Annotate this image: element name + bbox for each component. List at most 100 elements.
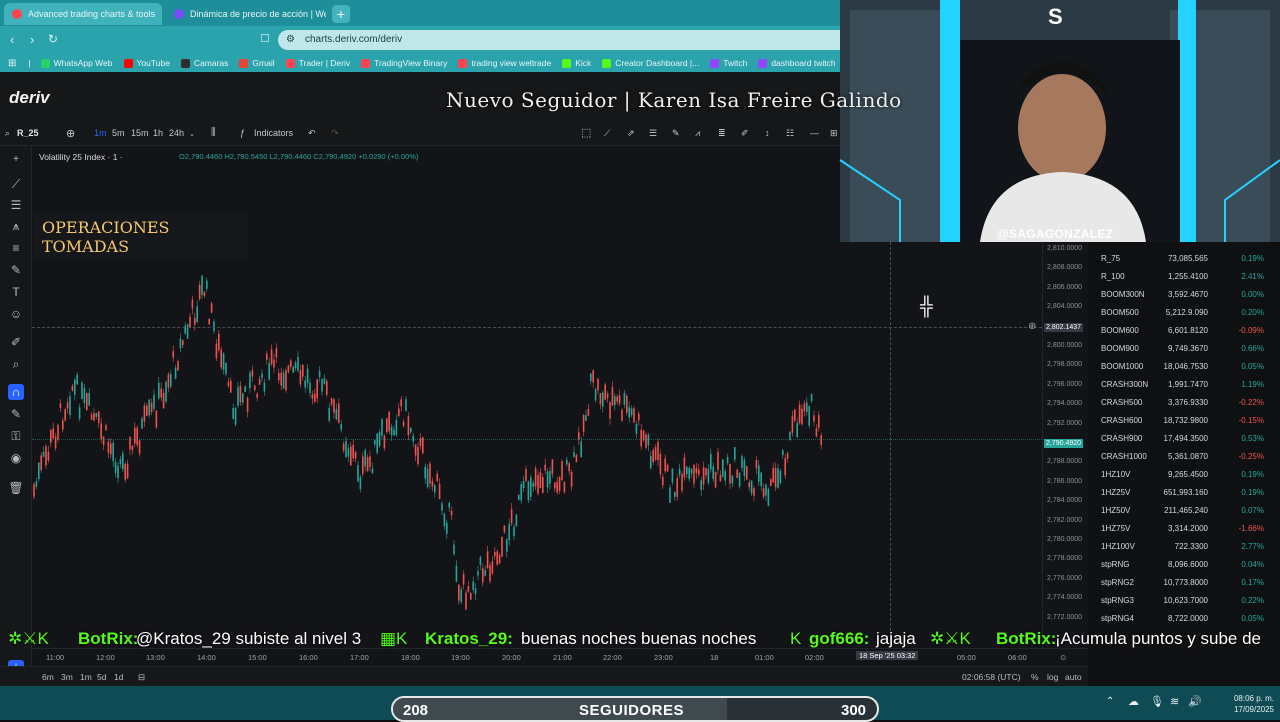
- bookmark-item[interactable]: Twitch: [710, 58, 747, 68]
- bookmark-item[interactable]: dashboard twitch: [758, 58, 836, 68]
- bookmark-item[interactable]: Trader | Deriv: [285, 58, 350, 68]
- system-clock[interactable]: 08:06 p. m. 17/09/2025: [1212, 693, 1274, 715]
- wifi-icon[interactable]: ≋: [1170, 695, 1179, 708]
- timeframe-1h[interactable]: 1h: [153, 128, 163, 138]
- pen-tool-icon[interactable]: ✎: [672, 128, 680, 139]
- indicators-icon[interactable]: ƒ: [240, 128, 245, 138]
- layout-icon[interactable]: ⊞: [830, 128, 838, 139]
- watchlist-row[interactable]: 1HZ75V 3,314.2000 -1.66%: [1088, 520, 1280, 538]
- lock-icon[interactable]: ⚿: [8, 428, 24, 444]
- range-5d[interactable]: 5d: [97, 672, 106, 682]
- bookmark-item[interactable]: YouTube: [123, 58, 170, 68]
- site-info-icon[interactable]: ⚙: [286, 30, 295, 50]
- watchlist-row[interactable]: CRASH1000 5,361.0870 -0.25%: [1088, 448, 1280, 466]
- watchlist-row[interactable]: stpRNG2 10,773.8000 0.17%: [1088, 574, 1280, 592]
- range-1m[interactable]: 1m: [80, 672, 92, 682]
- address-bar[interactable]: ⚙ charts.deriv.com/deriv: [278, 30, 840, 50]
- watchlist-row[interactable]: 1HZ50V 211,465.240 0.07%: [1088, 502, 1280, 520]
- watchlist-row[interactable]: stpRNG3 10,623.7000 0.22%: [1088, 592, 1280, 610]
- cloud-icon[interactable]: ☁: [1128, 695, 1139, 708]
- tray-chevron-icon[interactable]: ⌃: [1106, 696, 1114, 707]
- settings-tool-icon[interactable]: ☷: [786, 128, 794, 139]
- symbol-search[interactable]: R_25: [17, 128, 39, 138]
- trendline-icon[interactable]: ⟋: [8, 176, 24, 192]
- range-6m[interactable]: 6m: [42, 672, 54, 682]
- parallel-channel-icon[interactable]: ☰: [8, 197, 24, 213]
- apps-grid-icon[interactable]: ⊞: [8, 58, 16, 69]
- bookmark-item[interactable]: WhatsApp Web: [40, 58, 113, 68]
- brush-icon[interactable]: ✎: [8, 262, 24, 278]
- undo-icon[interactable]: ↶: [308, 128, 316, 139]
- watchlist-row[interactable]: R_75 73,085.565 0.19%: [1088, 250, 1280, 268]
- watchlist-row[interactable]: CRASH500 3,376.9330 -0.22%: [1088, 394, 1280, 412]
- select-tool-icon[interactable]: ⬚: [581, 126, 591, 139]
- zoom-icon[interactable]: ⌕: [8, 356, 24, 372]
- auto-scale-toggle[interactable]: auto: [1065, 672, 1082, 682]
- watchlist-row[interactable]: stpRNG 8,096.6000 0.04%: [1088, 556, 1280, 574]
- eye-icon[interactable]: ◉: [8, 450, 24, 466]
- watchlist-row[interactable]: CRASH900 17,494.3500 0.53%: [1088, 430, 1280, 448]
- utc-clock[interactable]: 02:06:58 (UTC): [962, 672, 1021, 682]
- forward-icon[interactable]: ›: [30, 32, 34, 47]
- percent-scale-toggle[interactable]: %: [1031, 672, 1039, 682]
- horizontal-line-icon[interactable]: —: [810, 128, 819, 138]
- add-symbol-icon[interactable]: ⊕: [66, 127, 75, 140]
- go-to-date-icon[interactable]: ⊟: [138, 672, 145, 683]
- mic-icon[interactable]: 🎙: [1150, 695, 1164, 708]
- measure-tool-icon[interactable]: ↕: [765, 128, 770, 138]
- reload-icon[interactable]: ↻: [48, 32, 58, 46]
- bookmark-icon[interactable]: ☐: [260, 32, 270, 45]
- fib-tool-icon[interactable]: ≣: [718, 128, 726, 139]
- watchlist-row[interactable]: 1HZ10V 9,265.4500 0.19%: [1088, 466, 1280, 484]
- pattern-tool-icon[interactable]: ⩘: [695, 128, 700, 139]
- line-tool-icon[interactable]: ⟋: [604, 128, 610, 139]
- magnet-icon[interactable]: ∩: [8, 384, 24, 400]
- bookmark-item[interactable]: Creator Dashboard |...: [602, 58, 699, 68]
- timeframe-5m[interactable]: 5m: [112, 128, 125, 138]
- add-alert-icon[interactable]: ⊕: [1028, 321, 1036, 332]
- pencil-lock-icon[interactable]: ✎: [8, 406, 24, 422]
- pitchfork-icon[interactable]: ⩚: [8, 218, 24, 234]
- timeframe-24h[interactable]: 24h: [169, 128, 184, 138]
- browser-tab-dinamica[interactable]: Dinámica de precio de acción | We... ✕: [166, 3, 326, 25]
- bookmark-item[interactable]: Camaras: [180, 58, 228, 68]
- watchlist-row[interactable]: BOOM1000 18,046.7530 0.05%: [1088, 358, 1280, 376]
- ruler-icon[interactable]: ✐: [8, 334, 24, 350]
- log-scale-toggle[interactable]: log: [1047, 672, 1058, 682]
- bookmark-item[interactable]: Kick: [562, 58, 591, 68]
- crosshair-icon[interactable]: +: [8, 152, 24, 168]
- watchlist-row[interactable]: R_100 1,255.4100 2.41%: [1088, 268, 1280, 286]
- brush-tool-icon[interactable]: ✐: [741, 128, 749, 139]
- watchlist-row[interactable]: BOOM500 5,212.9.090 0.20%: [1088, 304, 1280, 322]
- candle-type-icon[interactable]: ⫼: [211, 127, 216, 138]
- watchlist-row[interactable]: BOOM300N 3,592.4670 0.00%: [1088, 286, 1280, 304]
- watchlist-row[interactable]: BOOM600 6,601.8120 -0.09%: [1088, 322, 1280, 340]
- fib-retracement-icon[interactable]: ≡: [8, 240, 24, 256]
- watchlist-row[interactable]: 1HZ100V 722.3300 2.77%: [1088, 538, 1280, 556]
- scroll-to-now-icon[interactable]: ⊙: [1060, 653, 1066, 662]
- browser-tab-deriv[interactable]: Advanced trading charts & tools ✕: [4, 3, 162, 25]
- emoji-icon[interactable]: ☺: [8, 306, 24, 322]
- watchlist-row[interactable]: CRASH600 18,732.9800 -0.15%: [1088, 412, 1280, 430]
- bookmark-item[interactable]: trading view weltrade: [458, 58, 551, 68]
- range-1d[interactable]: 1d: [114, 672, 123, 682]
- range-3m[interactable]: 3m: [61, 672, 73, 682]
- text-tool-icon[interactable]: T: [8, 284, 24, 300]
- close-tab-icon[interactable]: ✕: [155, 9, 162, 20]
- bookmark-item[interactable]: TradingView Binary: [361, 58, 447, 68]
- ray-tool-icon[interactable]: ⇗: [627, 128, 635, 139]
- redo-icon[interactable]: ↷: [331, 128, 339, 139]
- indicators-button[interactable]: Indicators: [254, 128, 293, 138]
- back-icon[interactable]: ‹: [10, 32, 14, 47]
- deriv-logo[interactable]: deriv: [9, 88, 50, 108]
- volume-icon[interactable]: 🔊: [1188, 695, 1202, 708]
- timeframe-1m[interactable]: 1m: [94, 128, 107, 138]
- new-tab-button[interactable]: +: [332, 5, 350, 23]
- symbol-search-icon[interactable]: ⌕: [5, 128, 10, 139]
- trash-icon[interactable]: 🗑: [8, 480, 24, 496]
- watchlist-row[interactable]: BOOM900 9,749.3670 0.66%: [1088, 340, 1280, 358]
- watchlist-row[interactable]: CRASH300N 1,991.7470 1.19%: [1088, 376, 1280, 394]
- bookmark-item[interactable]: Gmail: [239, 58, 275, 68]
- timeframe-15m[interactable]: 15m: [131, 128, 149, 138]
- chevron-down-icon[interactable]: ⌄: [189, 130, 195, 138]
